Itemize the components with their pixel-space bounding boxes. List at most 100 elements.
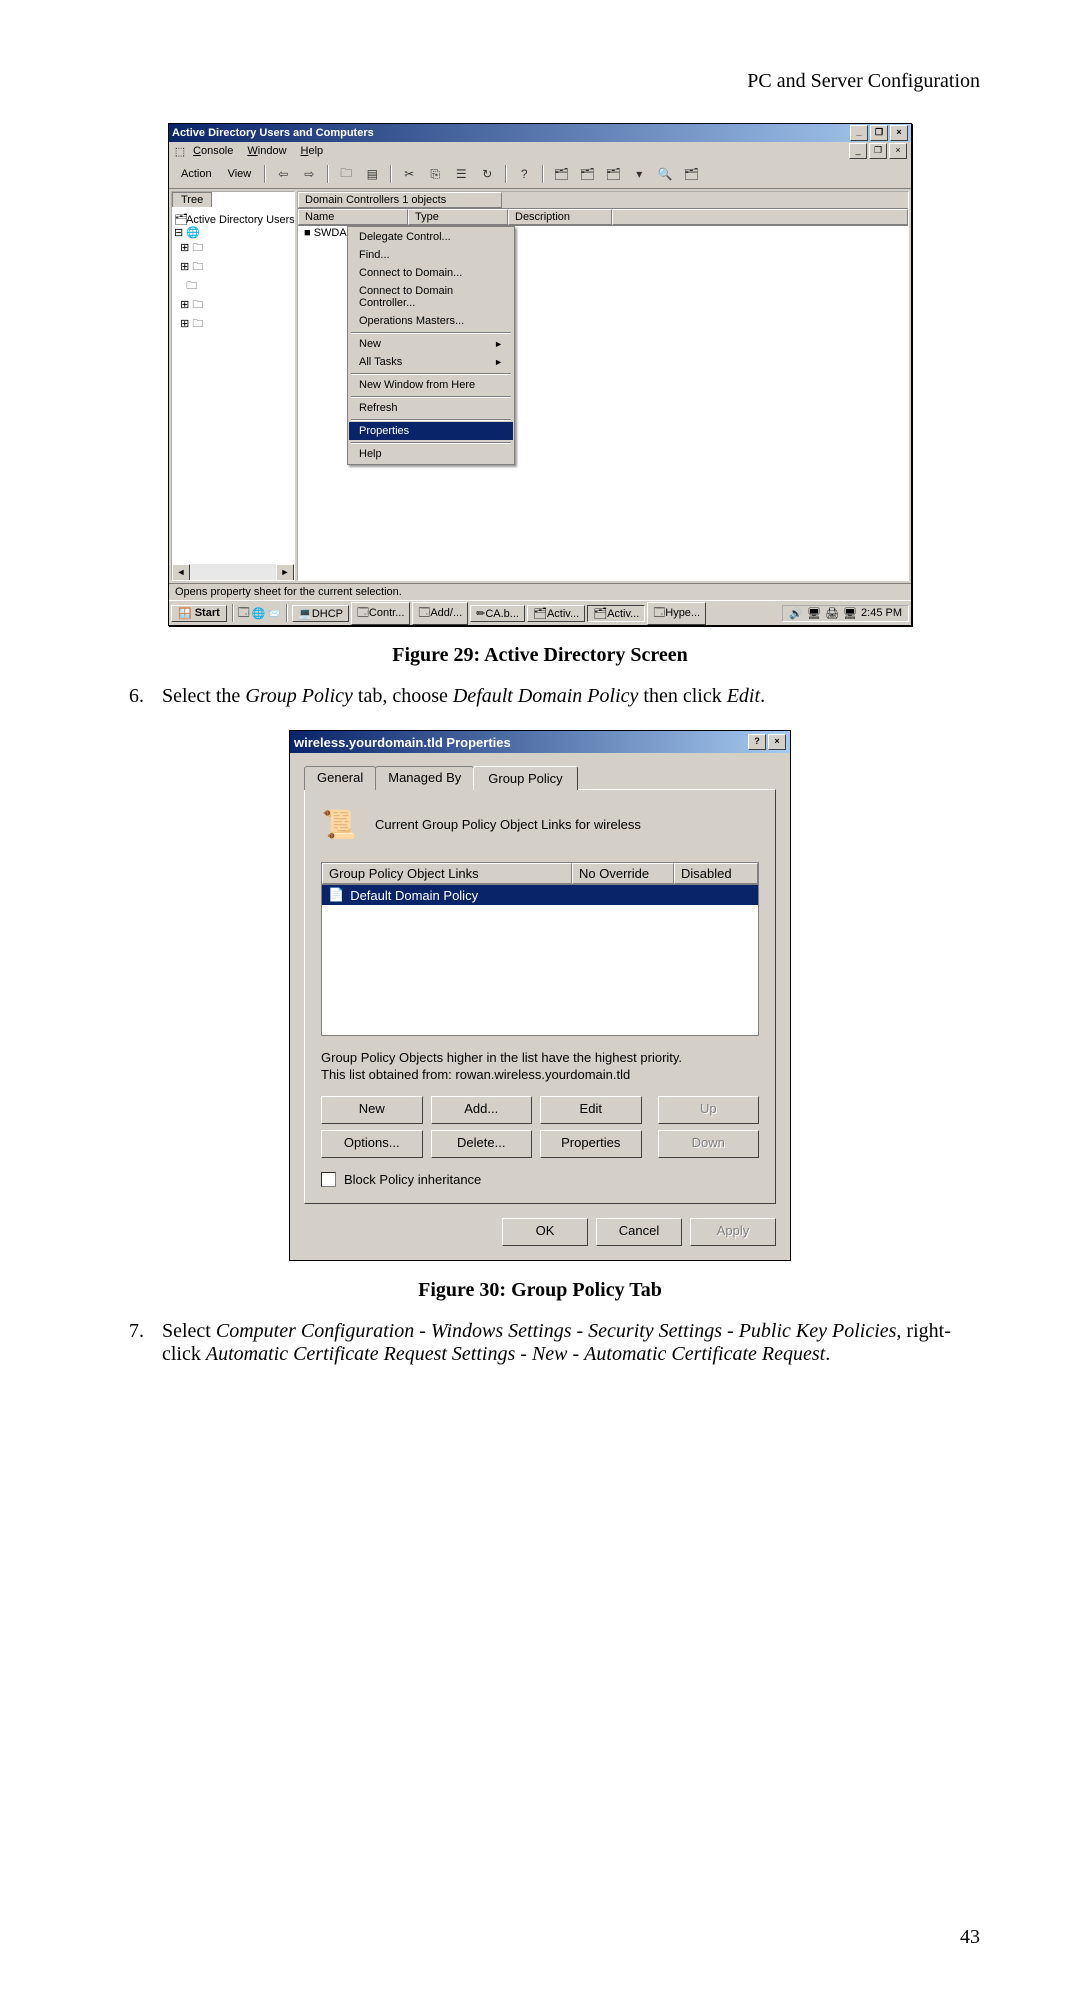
list-pane: Domain Controllers 1 objects Name Type D…: [297, 191, 909, 581]
cm-all-tasks[interactable]: All Tasks►: [349, 353, 513, 371]
cm-find[interactable]: Find...: [349, 246, 513, 264]
dialog-titlebar: wireless.yourdomain.tld Properties ? ×: [290, 731, 790, 753]
minimize-button[interactable]: _: [850, 125, 868, 141]
tree-tab[interactable]: Tree: [172, 192, 212, 207]
tray-icon[interactable]: 🔊: [789, 607, 803, 620]
ad-titlebar: Active Directory Users and Computers _ ❐…: [169, 124, 911, 142]
cm-help[interactable]: Help: [349, 445, 513, 463]
task-item[interactable]: 🗔Contr...: [351, 602, 410, 625]
quick2-icon[interactable]: 🌐: [252, 607, 266, 620]
child-minimize-button[interactable]: _: [849, 143, 867, 159]
tray-icon[interactable]: 🖥: [807, 607, 821, 620]
col-info: Domain Controllers 1 objects: [298, 192, 502, 208]
prop-icon[interactable]: ☰: [450, 163, 472, 185]
tab-managed-by[interactable]: Managed By: [375, 766, 474, 790]
options-button[interactable]: Options...: [321, 1130, 423, 1158]
ad-toolbar: Action View ⇦ ⇨ 🗀 ▤ ✂ ⎘ ☰ ↻ ? 🗂 🗂 🗂 ▾: [169, 160, 911, 189]
gp-note: Group Policy Objects higher in the list …: [321, 1050, 759, 1084]
tray-icon[interactable]: 🖥: [843, 607, 857, 620]
task-item[interactable]: 💻DHCP: [292, 605, 349, 622]
properties-dialog: wireless.yourdomain.tld Properties ? × G…: [289, 730, 791, 1261]
col-no-override[interactable]: No Override: [572, 863, 674, 884]
child-restore-button[interactable]: ❐: [869, 143, 887, 159]
tab-general[interactable]: General: [304, 766, 376, 790]
tray-icon[interactable]: 🖨: [825, 607, 839, 620]
edit-button[interactable]: Edit: [540, 1096, 642, 1124]
status-bar: Opens property sheet for the current sel…: [169, 583, 911, 600]
cm-refresh[interactable]: Refresh: [349, 399, 513, 417]
scroll-left-icon[interactable]: ◄: [172, 564, 190, 581]
up-icon[interactable]: 🗀: [335, 163, 357, 185]
page-header: PC and Server Configuration: [100, 70, 980, 93]
menu-help[interactable]: Help: [301, 145, 324, 157]
down-button[interactable]: Down: [658, 1130, 760, 1158]
fig30-caption: Figure 30: Group Policy Tab: [100, 1279, 980, 1302]
cm-properties[interactable]: Properties: [349, 422, 513, 440]
system-tray[interactable]: 🔊 🖥 🖨 🖥 2:45 PM: [782, 605, 909, 622]
cm-new[interactable]: New►: [349, 335, 513, 353]
cut-icon[interactable]: ✂: [398, 163, 420, 185]
new-button[interactable]: New: [321, 1096, 423, 1124]
cm-delegate[interactable]: Delegate Control...: [349, 228, 513, 246]
ad-window: Active Directory Users and Computers _ ❐…: [168, 123, 912, 626]
tab-group-policy[interactable]: Group Policy: [473, 766, 577, 790]
tool3-icon[interactable]: 🗂: [602, 163, 624, 185]
menu-console[interactable]: CConsoleonsole: [193, 145, 233, 157]
group-policy-icon: 📜: [321, 806, 357, 842]
quick3-icon[interactable]: 📨: [267, 607, 281, 620]
cm-new-window[interactable]: New Window from Here: [349, 376, 513, 394]
col-name[interactable]: Name: [298, 209, 408, 225]
tool4-icon[interactable]: 🔍: [654, 163, 676, 185]
show-icon[interactable]: ▤: [361, 163, 383, 185]
apply-button[interactable]: Apply: [690, 1218, 776, 1246]
child-close-button[interactable]: ×: [889, 143, 907, 159]
tree-pane[interactable]: Tree 🗂Active Directory Users ⊟ 🌐 ⊞ 🗀 ⊞ 🗀…: [171, 191, 295, 581]
col-disabled[interactable]: Disabled: [674, 863, 758, 884]
context-menu: Delegate Control... Find... Connect to D…: [347, 226, 515, 465]
properties-button[interactable]: Properties: [540, 1130, 642, 1158]
help-button[interactable]: ?: [748, 734, 766, 750]
cm-ops[interactable]: Operations Masters...: [349, 312, 513, 330]
back-icon[interactable]: ⇦: [272, 163, 294, 185]
forward-icon[interactable]: ⇨: [298, 163, 320, 185]
task-item[interactable]: 🗂Activ...: [527, 605, 585, 622]
delete-button[interactable]: Delete...: [431, 1130, 533, 1158]
filter-icon[interactable]: ▾: [628, 163, 650, 185]
step-6: 6. Select the Group Policy tab, choose D…: [100, 685, 980, 708]
copy-icon[interactable]: ⎘: [424, 163, 446, 185]
menu-window[interactable]: Window: [247, 145, 286, 157]
col-type[interactable]: Type: [408, 209, 508, 225]
block-inheritance-checkbox[interactable]: [321, 1172, 336, 1187]
col-links[interactable]: Group Policy Object Links: [322, 863, 572, 884]
toolbar-view[interactable]: View: [222, 168, 258, 180]
quick1-icon[interactable]: 🗔: [238, 604, 250, 623]
refresh-icon[interactable]: ↻: [476, 163, 498, 185]
add-button[interactable]: Add...: [431, 1096, 533, 1124]
tray-time: 2:45 PM: [861, 607, 902, 619]
task-item-active[interactable]: 🗂Activ...: [587, 605, 645, 622]
cm-connect-dc[interactable]: Connect to Domain Controller...: [349, 282, 513, 312]
tool5-icon[interactable]: 🗂: [680, 163, 702, 185]
tool2-icon[interactable]: 🗂: [576, 163, 598, 185]
toolbar-action[interactable]: Action: [175, 168, 218, 180]
cm-connect-domain[interactable]: Connect to Domain...: [349, 264, 513, 282]
tool1-icon[interactable]: 🗂: [550, 163, 572, 185]
gp-links-label: Current Group Policy Object Links for wi…: [375, 817, 641, 832]
close-button[interactable]: ×: [768, 734, 786, 750]
gp-list[interactable]: 📄 Default Domain Policy: [321, 885, 759, 1036]
help-icon[interactable]: ?: [513, 163, 535, 185]
ok-button[interactable]: OK: [502, 1218, 588, 1246]
col-desc[interactable]: Description: [508, 209, 612, 225]
tree-root[interactable]: 🗂Active Directory Users: [174, 213, 292, 226]
restore-button[interactable]: ❐: [870, 125, 888, 141]
gp-selected-item[interactable]: 📄 Default Domain Policy: [322, 885, 758, 905]
ad-title-text: Active Directory Users and Computers: [172, 127, 374, 139]
task-item[interactable]: 🗔Hype...: [647, 602, 706, 625]
start-button[interactable]: 🪟Start: [171, 605, 227, 622]
scroll-right-icon[interactable]: ►: [276, 564, 294, 581]
close-button[interactable]: ×: [890, 125, 908, 141]
up-button[interactable]: Up: [658, 1096, 760, 1124]
task-item[interactable]: 🗔Add/...: [412, 602, 468, 625]
cancel-button[interactable]: Cancel: [596, 1218, 682, 1246]
task-item[interactable]: ✏CA.b...: [470, 605, 525, 622]
